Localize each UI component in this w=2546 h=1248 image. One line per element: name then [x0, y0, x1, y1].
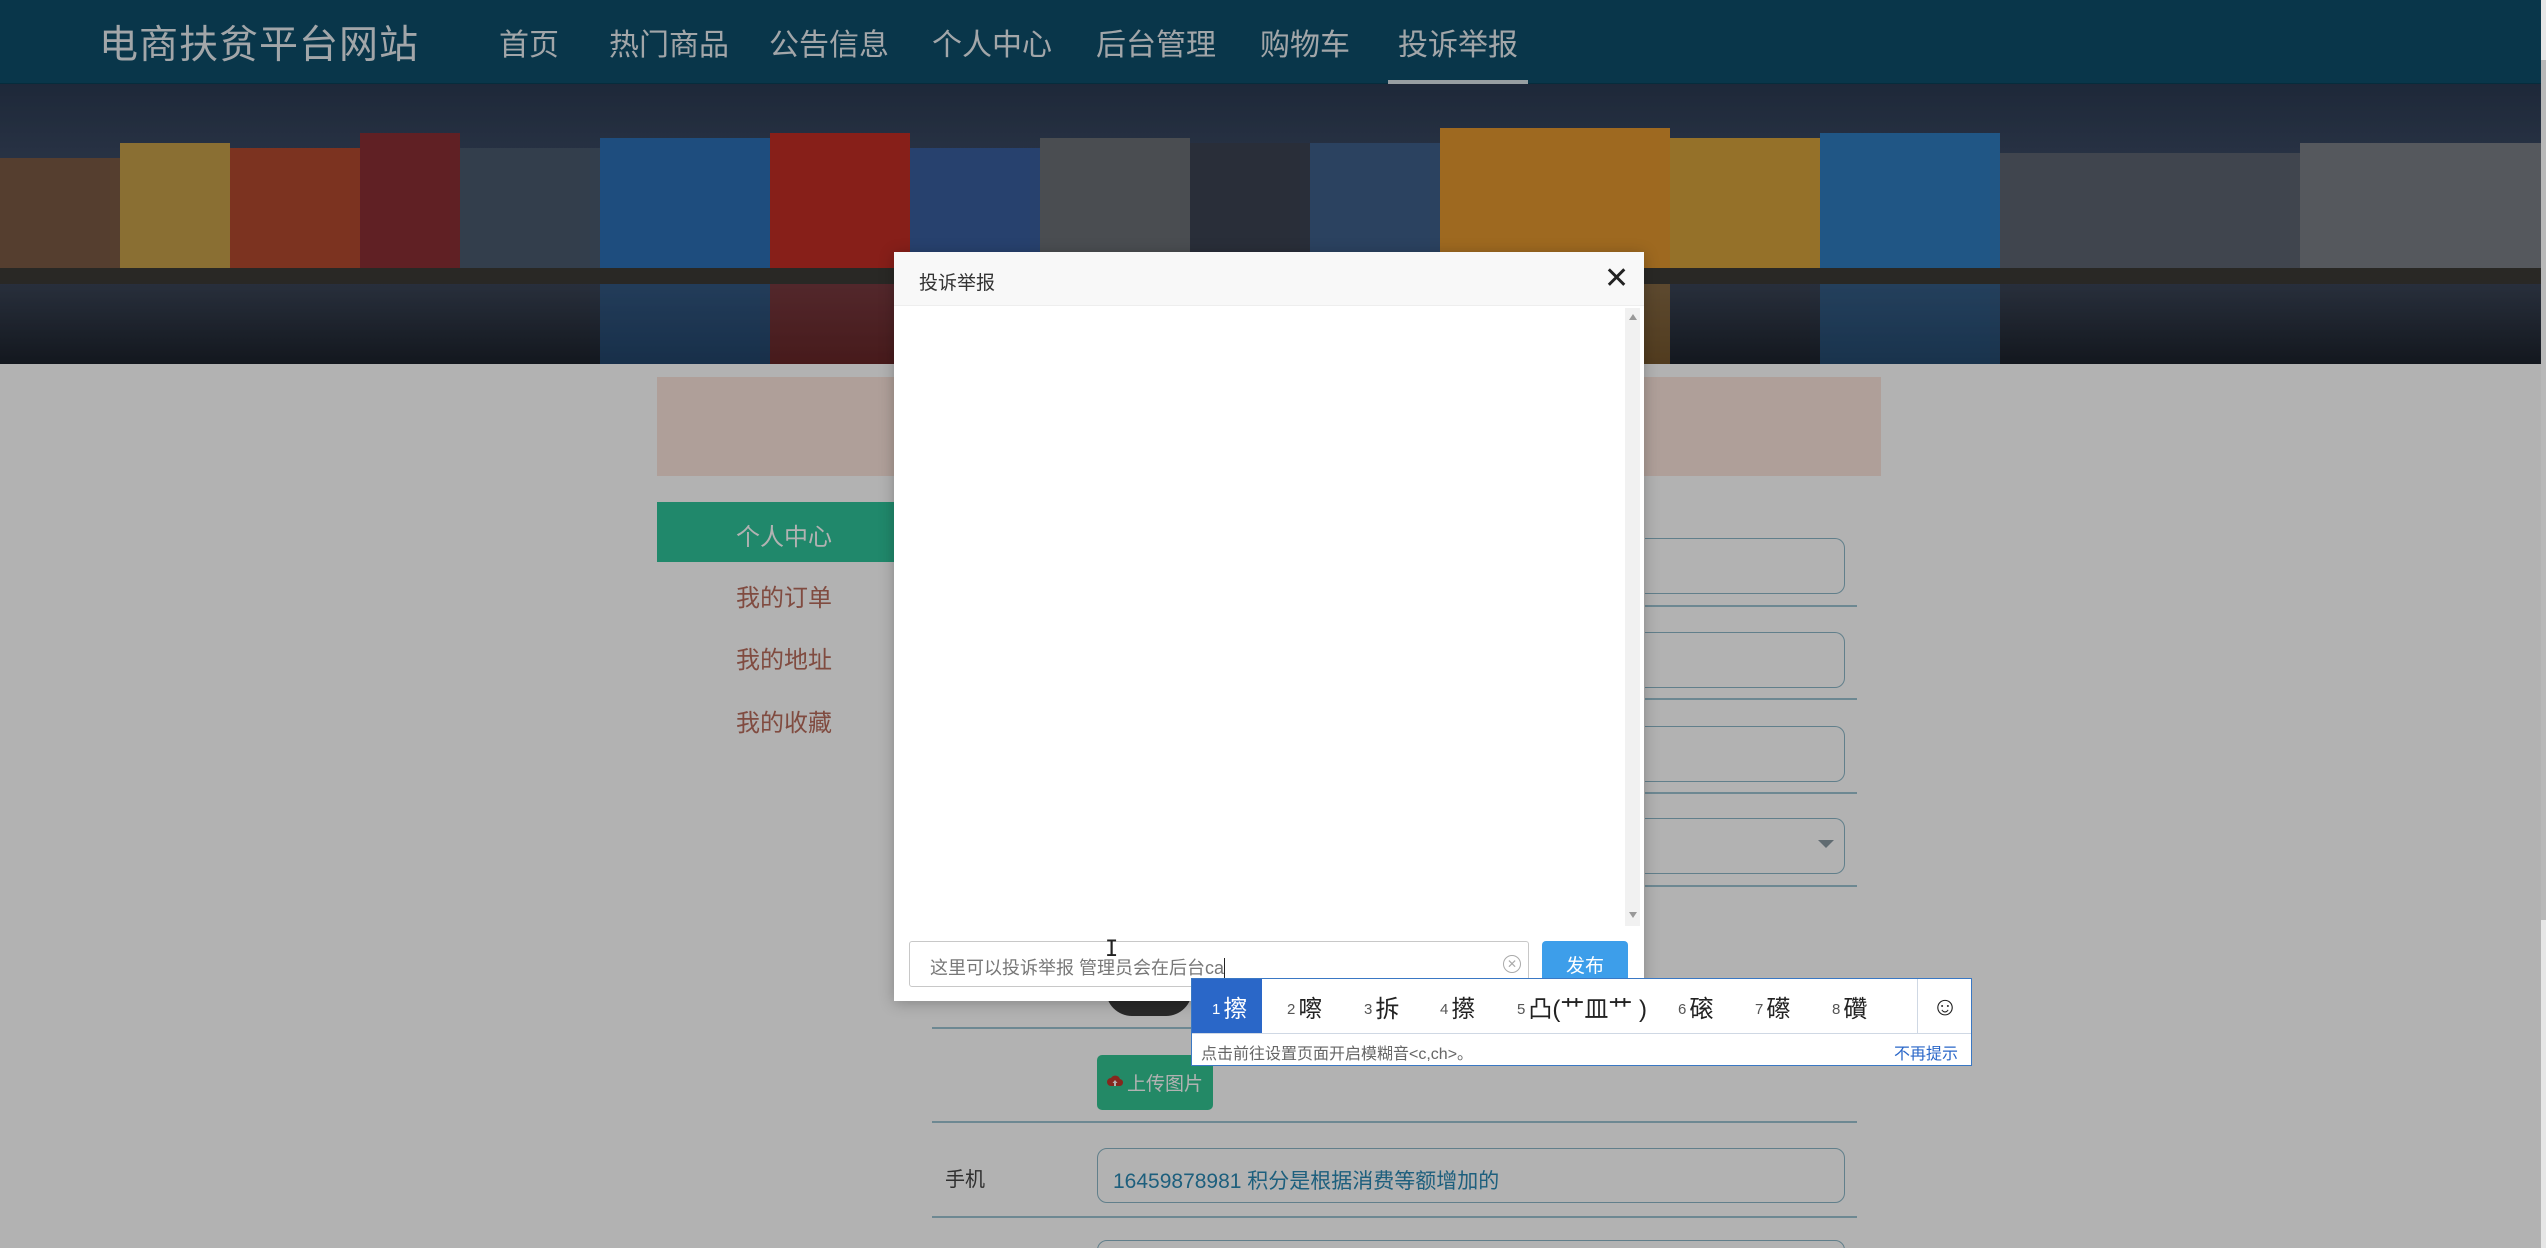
ime-candidate-4[interactable]: 4攃	[1440, 979, 1475, 1033]
page-scrollbar-thumb[interactable]	[2541, 60, 2546, 920]
ibeam-cursor-icon: I	[1105, 937, 1119, 962]
clear-icon[interactable]: ✕	[1503, 955, 1521, 973]
ime-candidate-window: 1擦 2嚓 3拆 4攃 5 凸(艹皿艹 ) 6磙 7礤 8礸 ☺ 点击前往设置页面…	[1191, 978, 1972, 1066]
ime-hint-text[interactable]: 点击前往设置页面开启模糊音<c,ch>。	[1201, 1040, 1473, 1064]
ime-candidate-7[interactable]: 7礤	[1755, 979, 1790, 1033]
ime-candidate-row: 1擦 2嚓 3拆 4攃 5 凸(艹皿艹 ) 6磙 7礤 8礸 ☺	[1192, 979, 1971, 1033]
scroll-up-icon[interactable]	[1629, 314, 1637, 320]
complaint-input-text: 这里可以投诉举报 管理员会在后台ca	[930, 958, 1225, 978]
ime-dismiss-link[interactable]: 不再提示	[1894, 1040, 1958, 1064]
scroll-down-icon[interactable]	[1629, 912, 1637, 918]
close-icon[interactable]: ✕	[1604, 264, 1629, 294]
ime-hint-bar: 点击前往设置页面开启模糊音<c,ch>。 不再提示	[1192, 1033, 1971, 1065]
ime-candidate-6[interactable]: 6磙	[1678, 979, 1713, 1033]
ime-candidate-5[interactable]: 5 凸(艹皿艹 )	[1517, 979, 1647, 1033]
ime-candidate-2[interactable]: 2嚓	[1287, 979, 1322, 1033]
text-caret	[1224, 958, 1226, 978]
ime-candidate-3[interactable]: 3拆	[1364, 979, 1399, 1033]
modal-header: 投诉举报 ✕	[894, 252, 1644, 306]
ime-candidate-8[interactable]: 8礸	[1832, 979, 1867, 1033]
modal-title: 投诉举报	[919, 273, 996, 294]
ime-candidate-1[interactable]: 1擦	[1192, 979, 1263, 1033]
complaint-modal: 投诉举报 ✕ 这里可以投诉举报 管理员会在后台ca ✕ 发布	[894, 252, 1644, 1001]
smiley-icon[interactable]: ☺	[1917, 979, 1972, 1033]
modal-scrollbar[interactable]	[1625, 308, 1640, 926]
